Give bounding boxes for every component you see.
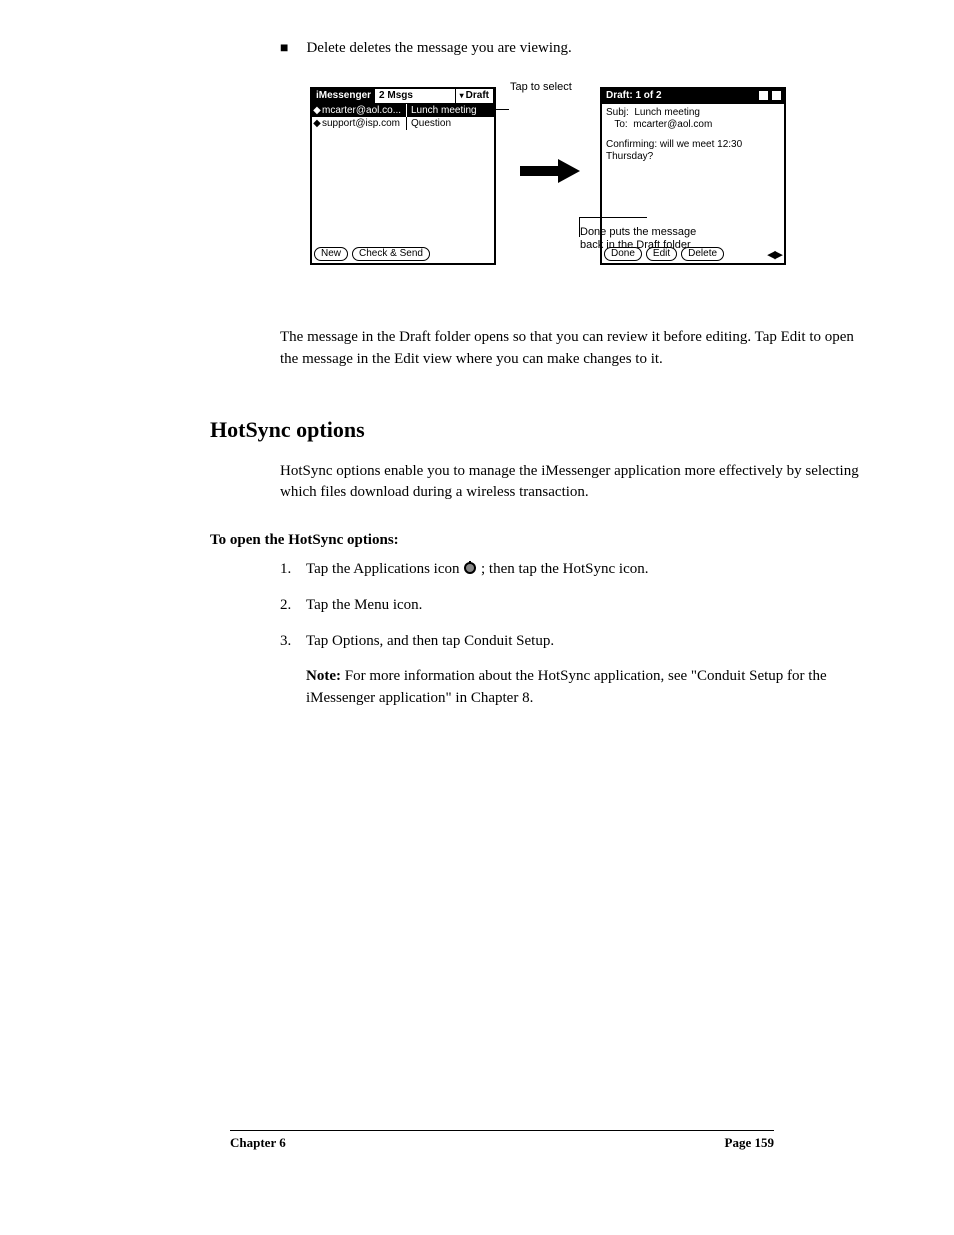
- titlebar-icon-2[interactable]: [771, 90, 782, 101]
- step-2: 2. Tap the Menu icon.: [280, 595, 874, 617]
- row-subject: Lunch meeting: [407, 104, 477, 117]
- draft-body: Subj: Lunch meeting To: mcarter@aol.com …: [602, 104, 784, 245]
- applications-icon: [463, 561, 477, 575]
- new-button[interactable]: New: [314, 247, 348, 261]
- note: Note: For more information about the Hot…: [306, 666, 874, 710]
- list-row-selected[interactable]: ◆ mcarter@aol.co... Lunch meeting: [312, 104, 494, 117]
- draft-title: Draft: 1 of 2: [602, 89, 756, 103]
- paragraph-after-figure: The message in the Draft folder opens so…: [280, 327, 874, 371]
- step-number: 2.: [280, 595, 306, 617]
- diamond-icon: ◆: [312, 104, 322, 117]
- bullet-delete: ■ Delete deletes the message you are vie…: [280, 40, 874, 57]
- list-titlebar: iMessenger 2 Msgs Draft: [312, 89, 494, 104]
- section-intro: HotSync options enable you to manage the…: [280, 461, 874, 505]
- page-footer: Chapter 6 Page 159: [230, 1130, 774, 1151]
- bullet-marker: ■: [280, 41, 288, 57]
- titlebar-icon-1[interactable]: [758, 90, 769, 101]
- draft-titlebar: Draft: 1 of 2: [602, 89, 784, 104]
- note-text: For more information about the HotSync a…: [306, 668, 827, 706]
- list-row[interactable]: ◆ support@isp.com Question: [312, 117, 494, 130]
- titlebar-count: 2 Msgs: [375, 89, 456, 103]
- footer-chapter: Chapter 6: [230, 1135, 286, 1151]
- section-heading: HotSync options: [210, 417, 874, 443]
- caption-done: Done puts the message back in the Draft …: [580, 226, 696, 252]
- arrow-icon: [520, 157, 584, 185]
- step-1: 1. Tap the Applications icon ; then tap …: [280, 559, 874, 581]
- step-number: 3.: [280, 631, 306, 653]
- subsection-heading: To open the HotSync options:: [210, 532, 874, 549]
- subj-line: Subj: Lunch meeting: [606, 107, 780, 119]
- check-send-button[interactable]: Check & Send: [352, 247, 430, 261]
- step-number: 1.: [280, 559, 306, 581]
- palm-list-window: iMessenger 2 Msgs Draft ◆ mcarter@aol.co…: [310, 87, 496, 265]
- leader-line-2h: [579, 217, 647, 218]
- bullet-text: Delete deletes the message you are viewi…: [306, 40, 571, 57]
- diamond-icon: ◆: [312, 117, 322, 130]
- palm-screens-figure: Tap to select iMessenger 2 Msgs Draft ◆ …: [230, 87, 874, 287]
- caption-tap-select: Tap to select: [510, 81, 572, 94]
- to-line: To: mcarter@aol.com: [606, 119, 780, 131]
- row-sender: support@isp.com: [322, 117, 406, 130]
- list-body: ◆ mcarter@aol.co... Lunch meeting ◆ supp…: [312, 104, 494, 245]
- titlebar-icons: [756, 89, 784, 103]
- step-3: 3. Tap Options, and then tap Conduit Set…: [280, 631, 874, 653]
- nav-arrows-icon[interactable]: ◀▶: [767, 248, 782, 261]
- note-label: Note:: [306, 668, 341, 684]
- msg-body-line: Confirming: will we meet 12:30: [606, 139, 780, 151]
- row-subject: Question: [407, 117, 451, 130]
- titlebar-app: iMessenger: [312, 89, 375, 103]
- msg-body-line: Thursday?: [606, 151, 780, 163]
- list-footer: New Check & Send: [314, 247, 492, 261]
- row-sender: mcarter@aol.co...: [322, 104, 406, 117]
- titlebar-folder-dropdown[interactable]: Draft: [456, 89, 494, 103]
- footer-page: Page 159: [725, 1135, 774, 1151]
